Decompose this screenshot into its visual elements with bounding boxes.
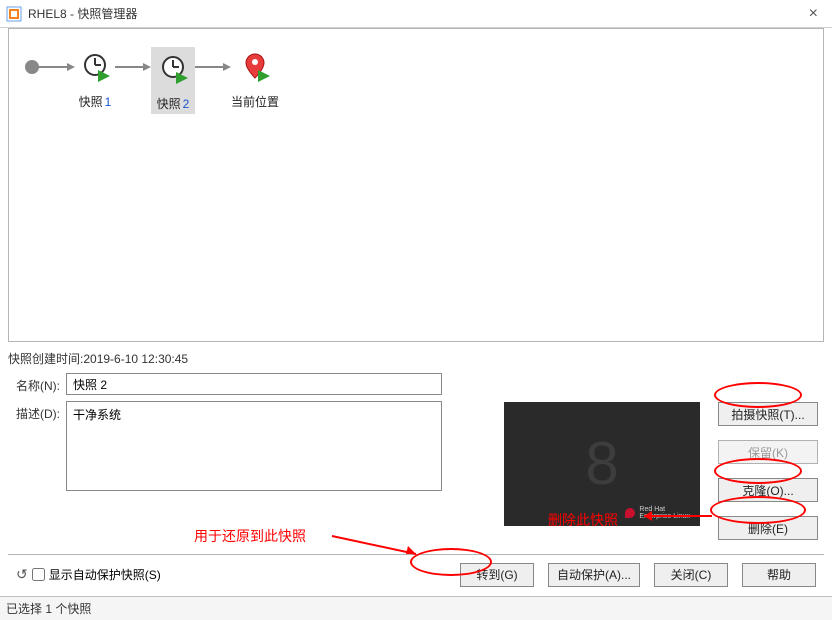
snapshot1-label: 快照 <box>79 95 103 109</box>
titlebar: RHEL8 - 快照管理器 × <box>0 0 832 28</box>
close-icon[interactable]: × <box>801 5 826 23</box>
snapshot-tree[interactable]: 快照1 快照2 当前位置 <box>8 28 824 342</box>
arrow-icon <box>39 47 75 87</box>
snapshot2-label: 快照 <box>157 97 181 111</box>
annotation-ring-delete <box>710 496 806 524</box>
redhat-icon <box>625 508 635 518</box>
snapshot2-num: 2 <box>183 97 190 111</box>
window-title: RHEL8 - 快照管理器 <box>28 5 137 22</box>
name-input[interactable] <box>66 373 442 395</box>
arrow-icon <box>195 47 231 87</box>
app-icon <box>6 6 22 22</box>
annotation-ring-take <box>714 382 802 408</box>
snapshot-node-2[interactable]: 快照2 <box>151 47 195 114</box>
status-text: 已选择 1 个快照 <box>6 600 91 617</box>
root-node-icon[interactable] <box>25 60 39 74</box>
preview-glyph: 8 <box>585 434 618 494</box>
name-label: 名称(N): <box>8 373 66 395</box>
snapshot-preview[interactable]: 8 Red Hat Enterprise Linux <box>504 402 700 526</box>
created-value: 2019-6-10 12:30:45 <box>83 352 188 366</box>
show-auto-check[interactable] <box>32 568 45 581</box>
history-icon: ↺ <box>16 566 28 583</box>
show-auto-label: 显示自动保护快照(S) <box>49 566 161 583</box>
show-auto-checkbox[interactable]: 显示自动保护快照(S) <box>32 566 161 583</box>
arrow-icon <box>115 47 151 87</box>
snapshot-node-1[interactable]: 快照1 <box>75 47 115 110</box>
redhat-logo: Red Hat Enterprise Linux <box>625 506 690 520</box>
annotation-ring-goto <box>410 548 492 576</box>
clock-play-icon <box>80 52 110 82</box>
snapshot1-num: 1 <box>105 95 112 109</box>
current-node[interactable]: 当前位置 <box>231 47 279 110</box>
desc-input[interactable]: 干净系统 <box>66 401 442 491</box>
details-panel: 快照创建时间:2019-6-10 12:30:45 名称(N): 描述(D): … <box>8 350 824 491</box>
client-area: 快照1 快照2 当前位置 快照创建时间:2019-6 <box>8 28 824 594</box>
statusbar: 已选择 1 个快照 <box>0 596 832 620</box>
annotation-ring-clone <box>714 458 802 484</box>
clock-play-icon <box>158 54 188 84</box>
help-button[interactable]: 帮助 <box>742 563 816 587</box>
autoprotect-button[interactable]: 自动保护(A)... <box>548 563 640 587</box>
close-button[interactable]: 关闭(C) <box>654 563 728 587</box>
brand-top: Red Hat <box>639 506 690 513</box>
created-label: 快照创建时间: <box>8 352 83 366</box>
pin-play-icon <box>240 52 270 82</box>
desc-label: 描述(D): <box>8 401 66 491</box>
current-label: 当前位置 <box>231 93 279 110</box>
brand-bot: Enterprise Linux <box>639 513 690 520</box>
